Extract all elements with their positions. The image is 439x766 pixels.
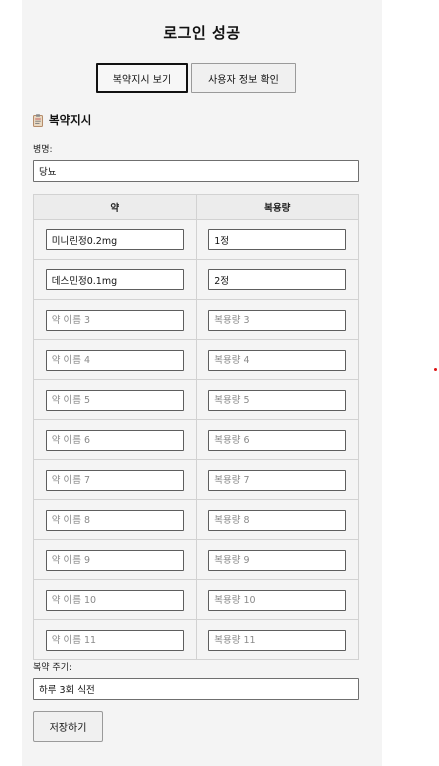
- medication-cell: [33, 499, 197, 540]
- table-row: [33, 419, 359, 460]
- dosage-input[interactable]: [208, 350, 347, 371]
- dosage-input[interactable]: [208, 470, 347, 491]
- table-row: [33, 299, 359, 340]
- table-row: [33, 379, 359, 420]
- dosage-cell: [195, 539, 359, 580]
- dosage-cell: [195, 419, 359, 460]
- table-row: [33, 259, 359, 300]
- diagnosis-label: 병명:: [33, 145, 53, 155]
- dosage-input[interactable]: [208, 550, 347, 571]
- table-row: [33, 219, 359, 260]
- tab-user-info[interactable]: 사용자 정보 확인: [191, 63, 296, 93]
- medication-name-input[interactable]: [45, 350, 184, 371]
- clipboard-icon: [33, 113, 43, 127]
- table-row: [33, 499, 359, 540]
- note-label: 복약 주기:: [33, 663, 73, 673]
- table-row: [33, 459, 359, 500]
- dosage-input[interactable]: [208, 630, 347, 651]
- dosage-cell: [195, 579, 359, 620]
- page-title: 로그인 성공: [163, 24, 241, 42]
- medication-name-input[interactable]: [45, 430, 184, 451]
- dosage-input[interactable]: [208, 390, 347, 411]
- dosage-input[interactable]: [208, 310, 347, 331]
- medication-cell: [33, 619, 197, 660]
- dosage-cell: [195, 299, 359, 340]
- table-row: [33, 619, 359, 660]
- note-input[interactable]: [33, 678, 359, 700]
- dosage-cell: [195, 219, 359, 260]
- dosage-input[interactable]: [208, 590, 347, 611]
- table-row: [33, 339, 359, 380]
- table-row: [33, 539, 359, 580]
- dosage-input[interactable]: [208, 229, 347, 251]
- dosage-input[interactable]: [208, 269, 347, 291]
- tab-bar: 복약지시 보기 사용자 정보 확인: [0, 63, 439, 95]
- column-header-dosage: 복용량: [195, 194, 359, 220]
- medication-cell: [33, 299, 197, 340]
- save-button[interactable]: 저장하기: [33, 711, 103, 742]
- dosage-cell: [195, 459, 359, 500]
- medication-name-input[interactable]: [45, 269, 184, 291]
- medication-cell: [33, 459, 197, 500]
- table-row: [33, 579, 359, 620]
- dosage-cell: [195, 379, 359, 420]
- medication-cell: [33, 219, 197, 260]
- section-title: 복약지시: [49, 113, 92, 127]
- medication-name-input[interactable]: [45, 510, 184, 531]
- medication-name-input[interactable]: [45, 590, 184, 611]
- table-header-row: 약 복용량: [33, 194, 359, 220]
- medication-name-input[interactable]: [45, 390, 184, 411]
- medication-table: 약 복용량: [33, 194, 359, 660]
- dosage-input[interactable]: [208, 510, 347, 531]
- medication-name-input[interactable]: [45, 630, 184, 651]
- medication-cell: [33, 339, 197, 380]
- dosage-cell: [195, 619, 359, 660]
- section-header: 복약지시: [33, 112, 91, 128]
- medication-cell: [33, 379, 197, 420]
- medication-cell: [33, 259, 197, 300]
- dosage-cell: [195, 259, 359, 300]
- dosage-cell: [195, 339, 359, 380]
- medication-name-input[interactable]: [45, 229, 184, 251]
- cursor-marker: [434, 368, 437, 371]
- dosage-cell: [195, 499, 359, 540]
- medication-cell: [33, 539, 197, 580]
- dosage-input[interactable]: [208, 430, 347, 451]
- tab-prescription-view[interactable]: 복약지시 보기: [96, 63, 188, 93]
- medication-cell: [33, 579, 197, 620]
- medication-name-input[interactable]: [45, 310, 184, 331]
- medication-cell: [33, 419, 197, 460]
- medication-name-input[interactable]: [45, 550, 184, 571]
- medication-name-input[interactable]: [45, 470, 184, 491]
- column-header-medication: 약: [33, 194, 197, 220]
- diagnosis-input[interactable]: [33, 160, 359, 182]
